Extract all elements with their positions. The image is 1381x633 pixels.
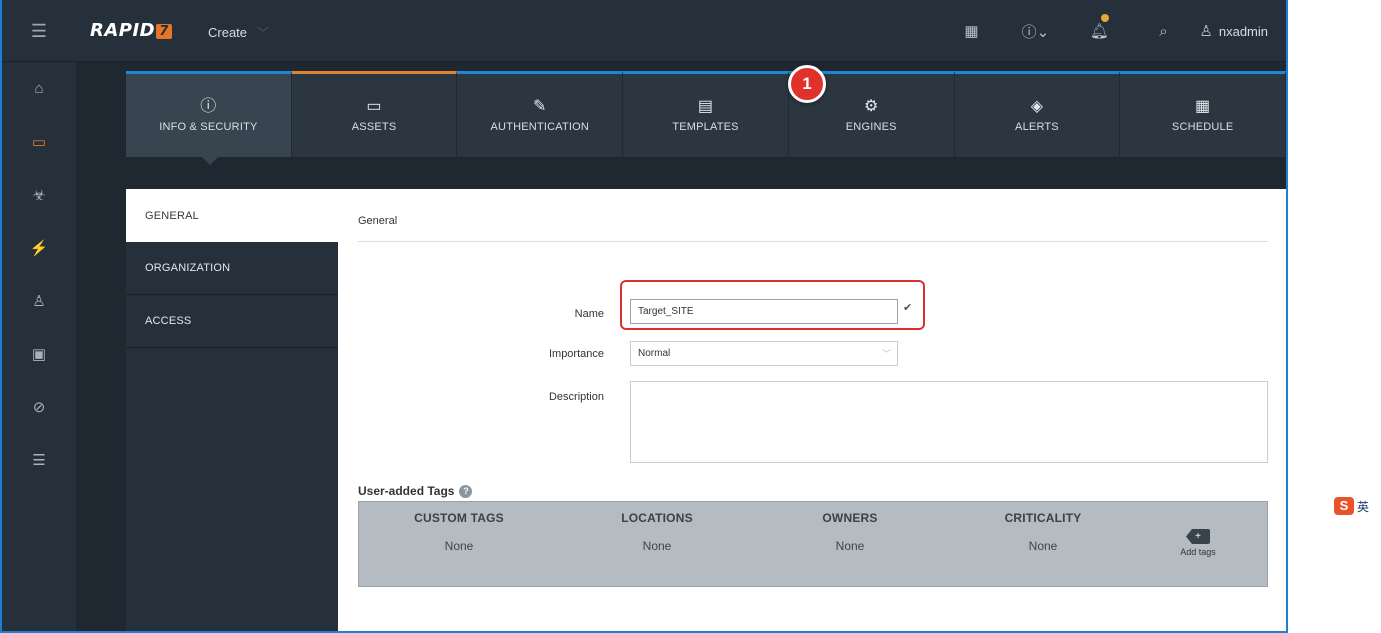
name-label: Name	[574, 308, 604, 320]
tab-label: TEMPLATES	[672, 120, 739, 133]
template-icon: ▤	[697, 97, 714, 115]
vulnerabilities-icon[interactable]: ☣	[2, 168, 76, 221]
shield-icon: ◈	[1030, 97, 1044, 115]
mouse-cursor-icon: ⇖	[774, 93, 787, 110]
ime-mode: 英	[1357, 499, 1370, 514]
tab-templates[interactable]: ▤ TEMPLATES	[623, 71, 789, 157]
app-window: ☰ RAPID 7 Create ﹀ ▦ ⓘ⌄ 🔔︎ ⌕ ♙ nxadmin ⌂ ▭ …	[0, 0, 1288, 633]
notification-badge	[1101, 14, 1110, 22]
user-icon: ♙	[1199, 23, 1213, 40]
search-icon[interactable]: ⌕	[1131, 23, 1195, 40]
logo-mark: 7	[156, 24, 173, 39]
hamburger-icon[interactable]: ☰	[2, 0, 76, 62]
tag-column-criticality: CRITICALITY None	[963, 511, 1123, 553]
create-menu[interactable]: Create ﹀	[208, 24, 269, 41]
tag-header: OWNERS	[822, 511, 878, 525]
monitor-icon: ▭	[366, 97, 382, 115]
assets-icon[interactable]: ▭	[2, 115, 76, 168]
tab-label: ASSETS	[351, 120, 397, 133]
add-tag-icon: +	[1186, 529, 1210, 544]
user-menu[interactable]: ♙ nxadmin	[1195, 22, 1286, 40]
tag-header: CRITICALITY	[1004, 511, 1082, 525]
tab-info-security[interactable]: ⓘ INFO & SECURITY	[126, 71, 292, 157]
subnav-access[interactable]: ACCESS	[126, 295, 338, 348]
add-tags-button[interactable]: + Add tags	[1173, 526, 1223, 557]
tag-column-custom: CUSTOM TAGS None	[379, 511, 539, 553]
tag-value: None	[444, 539, 474, 553]
calendar-icon[interactable]: ▦	[939, 22, 1003, 40]
tag-value: None	[1028, 539, 1058, 553]
importance-value: Normal	[638, 348, 671, 359]
tab-assets[interactable]: ▭ ASSETS	[291, 71, 458, 157]
tab-label: AUTHENTICATION	[490, 120, 590, 133]
section-title: General	[358, 215, 398, 227]
user-tags-heading: User-added Tags?	[358, 484, 473, 498]
top-bar: ☰ RAPID 7 Create ﹀ ▦ ⓘ⌄ 🔔︎ ⌕ ♙ nxadmin	[2, 0, 1286, 62]
user-name: nxadmin	[1218, 23, 1268, 39]
tags-table: CUSTOM TAGS None LOCATIONS None OWNERS N…	[358, 501, 1268, 587]
add-tags-label: Add tags	[1180, 547, 1216, 557]
policies-icon[interactable]: ⚡	[2, 221, 76, 274]
help-icon[interactable]: ⓘ⌄	[1003, 21, 1067, 42]
tab-label: SCHEDULE	[1171, 120, 1234, 133]
active-tab-pointer	[202, 157, 218, 165]
subnav-organization[interactable]: ORGANIZATION	[126, 242, 338, 295]
rapid7-logo[interactable]: RAPID 7	[90, 20, 173, 41]
site-config-tabs: ⓘ INFO & SECURITY ▭ ASSETS ✎ AUTHENTICATION…	[126, 71, 1286, 157]
bell-icon[interactable]: 🔔︎	[1067, 14, 1131, 40]
tag-value: None	[642, 539, 672, 553]
subnav-general[interactable]: GENERAL	[126, 189, 338, 242]
top-icons: ▦ ⓘ⌄ 🔔︎ ⌕ ♙ nxadmin	[939, 0, 1286, 62]
tab-label: ENGINES	[845, 120, 897, 133]
home-icon[interactable]: ⌂	[2, 62, 76, 115]
create-label: Create	[208, 25, 248, 40]
tab-schedule[interactable]: ▦ SCHEDULE	[1120, 71, 1286, 157]
ime-indicator[interactable]: S 英	[1334, 497, 1369, 515]
importance-label: Importance	[548, 348, 604, 360]
dashboard-icon[interactable]: ▣	[2, 327, 76, 380]
integrations-icon[interactable]: ⊘	[2, 380, 76, 433]
tab-authentication[interactable]: ✎ AUTHENTICATION	[457, 71, 624, 157]
tag-header: LOCATIONS	[621, 511, 693, 525]
reports-icon[interactable]: ♙	[2, 274, 76, 327]
general-form: General Name Target_SITE ✔ Importance No…	[358, 189, 1268, 631]
tag-value: None	[835, 539, 865, 553]
tag-column-locations: LOCATIONS None	[577, 511, 737, 553]
importance-select[interactable]: Normal ﹀	[630, 341, 898, 366]
divider	[358, 241, 1268, 242]
left-rail: ⌂ ▭ ☣ ⚡ ♙ ▣ ⊘ ☰	[2, 62, 76, 631]
info-icon: ⓘ	[200, 97, 217, 115]
chevron-down-icon: ﹀	[881, 349, 891, 359]
tag-column-owners: OWNERS None	[770, 511, 930, 553]
help-icon[interactable]: ?	[459, 485, 473, 498]
name-input[interactable]: Target_SITE	[630, 299, 898, 324]
credential-icon: ✎	[532, 97, 547, 115]
tag-header: CUSTOM TAGS	[414, 511, 504, 525]
logo-text: RAPID	[90, 20, 156, 41]
ime-logo-icon: S	[1334, 497, 1354, 515]
section-subnav: GENERAL ORGANIZATION ACCESS	[126, 189, 338, 631]
chevron-down-icon: ﹀	[257, 26, 270, 40]
checkmark-icon: ✔	[903, 302, 913, 314]
user-tags-title: User-added Tags	[358, 484, 455, 498]
description-textarea[interactable]	[630, 381, 1268, 463]
gears-icon: ⚙	[863, 97, 879, 115]
description-label: Description	[548, 391, 604, 403]
tab-label: ALERTS	[1015, 120, 1059, 133]
tab-label: INFO & SECURITY	[159, 120, 258, 133]
calendar-icon: ▦	[1195, 97, 1211, 115]
content-panel: GENERAL ORGANIZATION ACCESS General Name…	[126, 189, 1286, 631]
tab-alerts[interactable]: ◈ ALERTS	[954, 71, 1121, 157]
list-icon[interactable]: ☰	[2, 433, 76, 486]
step-number-badge: 1	[788, 65, 826, 103]
